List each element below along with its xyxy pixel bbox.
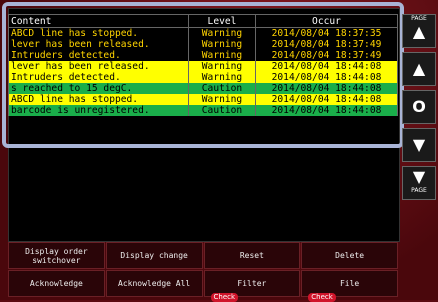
table-row[interactable]: barcode is unregistered. Caution 2014/08/0…: [8, 105, 398, 116]
table-row[interactable]: lever has been released. Warning 2014/08/0…: [8, 61, 398, 72]
ok-button[interactable]: O: [402, 90, 436, 124]
cell-level: Warning: [188, 72, 256, 83]
acknowledge-all-button[interactable]: Acknowledge All: [105, 270, 203, 297]
table-row[interactable]: Intruders detected. Warning 2014/08/04 18:…: [8, 72, 398, 83]
alarm-table: Content Level Occur ABCD line has stoppe…: [8, 14, 398, 116]
acknowledge-button[interactable]: Acknowledge: [8, 270, 105, 297]
cell-level: Warning: [188, 27, 256, 39]
down-arrow-icon: ▼: [412, 135, 426, 154]
cell-occur: 2014/08/04 18:44:08: [255, 94, 398, 105]
cell-level: Warning: [188, 94, 256, 105]
up-arrow-icon: ▲: [412, 59, 426, 78]
scroll-up-button[interactable]: ▲: [402, 52, 436, 86]
cell-level: Warning: [188, 61, 256, 72]
cell-content: s reached to 15 degC.: [8, 83, 189, 94]
cell-content: ABCD line has stopped.: [8, 27, 189, 39]
cell-occur: 2014/08/04 18:37:35: [255, 27, 398, 39]
cell-content: Intruders detected.: [8, 72, 189, 83]
filter-label: Filter: [237, 279, 267, 288]
cell-content: barcode is unregistered.: [8, 105, 189, 116]
scroll-down-button[interactable]: ▼: [402, 128, 436, 162]
cell-occur: 2014/08/04 18:37:49: [255, 50, 398, 61]
reset-button[interactable]: Reset: [203, 242, 301, 269]
display-order-button[interactable]: Display order switchover: [8, 242, 105, 269]
cell-occur: 2014/08/04 18:44:08: [255, 61, 398, 72]
cell-occur: 2014/08/04 18:44:08: [255, 72, 398, 83]
table-row[interactable]: ABCD line has stopped. Warning 2014/08/04 …: [8, 27, 398, 39]
table-row[interactable]: ABCD line has stopped. Warning 2014/08/04 …: [8, 94, 398, 105]
action-buttons: Display order switchover Display change …: [8, 242, 398, 302]
cell-occur: 2014/08/04 18:44:08: [255, 105, 398, 116]
page-up-icon: ▲: [412, 22, 426, 41]
page-up-button[interactable]: PAGE ▲: [402, 14, 436, 48]
page-up-label: PAGE: [411, 15, 427, 22]
page-down-button[interactable]: ▼ PAGE: [402, 166, 436, 200]
cell-content: ABCD line has stopped.: [8, 94, 189, 105]
cell-level: Caution: [188, 83, 256, 94]
cell-level: Caution: [188, 105, 256, 116]
header-occur: Occur: [255, 14, 398, 28]
cell-level: Warning: [188, 39, 256, 50]
filter-check-badge: Check: [210, 293, 239, 302]
cell-occur: 2014/08/04 18:37:49: [255, 39, 398, 50]
table-header: Content Level Occur: [8, 14, 398, 28]
side-nav: PAGE ▲ ▲ O ▼ ▼ PAGE: [402, 14, 438, 204]
display-change-button[interactable]: Display change: [105, 242, 203, 269]
header-content: Content: [8, 14, 189, 28]
table-row[interactable]: s reached to 15 degC. Caution 2014/08/04 1…: [8, 83, 398, 94]
header-level: Level: [188, 14, 256, 28]
delete-button[interactable]: Delete: [301, 242, 398, 269]
cell-content: Intruders detected.: [8, 50, 189, 61]
cell-level: Warning: [188, 50, 256, 61]
filter-button[interactable]: Filter Check: [203, 270, 301, 302]
page-down-icon: ▼: [412, 167, 426, 186]
cell-occur: 2014/08/04 18:44:08: [255, 83, 398, 94]
cell-content: lever has been released.: [8, 61, 189, 72]
cell-content: lever has been released.: [8, 39, 189, 50]
page-down-label: PAGE: [411, 187, 427, 194]
table-row[interactable]: lever has been released. Warning 2014/08/0…: [8, 39, 398, 50]
table-row[interactable]: Intruders detected. Warning 2014/08/04 18:…: [8, 50, 398, 61]
ok-icon: O: [412, 97, 426, 116]
file-check-badge: Check: [308, 293, 336, 302]
file-label: File: [339, 279, 360, 288]
file-button[interactable]: File Check: [301, 270, 398, 302]
